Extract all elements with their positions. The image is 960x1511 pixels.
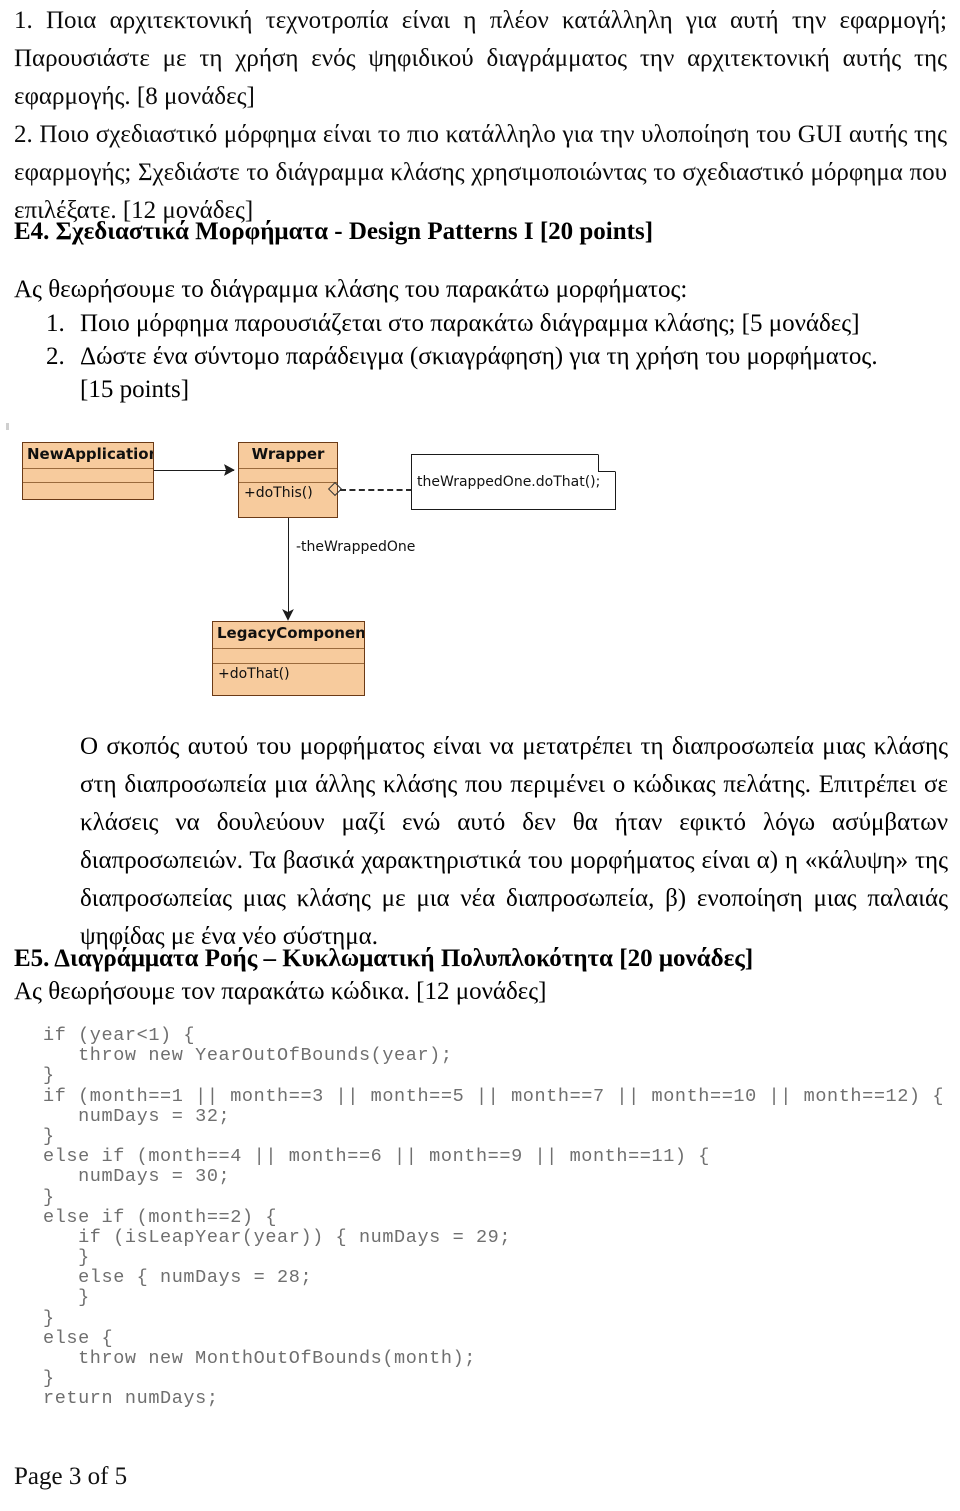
code-line: } <box>43 1186 55 1208</box>
uml-class-name-compartment: Wrapper <box>239 443 337 469</box>
code-line: } <box>43 1368 55 1390</box>
code-line: } <box>43 1065 55 1087</box>
question-1-text: Ποια αρχιτεκτονική τεχνοτροπία είναι η π… <box>14 7 948 110</box>
list-item: 2. Δώστε ένα σύντομο παράδειγμα (σκιαγρά… <box>46 340 946 373</box>
code-line: } <box>43 1287 90 1309</box>
uml-operations-compartment <box>23 483 153 499</box>
section-e5-heading: Ε5. Διαγράμματα Ροής – Κυκλωματική Πολυπ… <box>14 945 754 972</box>
uml-class-wrapper: Wrapper +doThis() <box>238 442 338 518</box>
uml-operation: +doThis() <box>244 485 313 501</box>
section-e4-intro: Ας θεωρήσουμε το διάγραμμα κλάσης του πα… <box>14 276 688 303</box>
question-2-text: Ποιο σχεδιαστικό μόρφημα είναι το πιο κα… <box>14 121 947 224</box>
code-line: numDays = 32; <box>43 1105 231 1127</box>
code-line: return numDays; <box>43 1388 219 1410</box>
code-line: if (isLeapYear(year)) { numDays = 29; <box>43 1226 512 1248</box>
uml-operations-compartment: +doThat() <box>213 664 364 695</box>
uml-class-name-compartment: LegacyComponent <box>213 622 364 649</box>
document-page: 1. Ποια αρχιτεκτονική τεχνοτροπία είναι … <box>0 0 960 1511</box>
uml-operations-compartment: +doThis() <box>239 483 337 517</box>
section-e4-heading: Ε4. Σχεδιαστικά Μορφήματα - Design Patte… <box>14 218 654 245</box>
top-questions-block: 1. Ποια αρχιτεκτονική τεχνοτροπία είναι … <box>14 2 947 230</box>
uml-attributes-compartment <box>213 649 364 664</box>
list-item: 1. Ποιο μόρφημα παρουσιάζεται στο παρακά… <box>46 307 946 340</box>
association-line-newapplication-wrapper <box>154 470 234 471</box>
code-line: else { numDays = 28; <box>43 1267 313 1289</box>
uml-class-name: LegacyComponent <box>217 624 364 642</box>
code-line: numDays = 30; <box>43 1166 231 1188</box>
uml-class-legacycomponent: LegacyComponent +doThat() <box>212 621 365 696</box>
code-line: if (month==1 || month==3 || month==5 || … <box>43 1085 945 1107</box>
question-1-marker: 1. <box>14 7 33 34</box>
uml-attributes-compartment <box>23 469 153 483</box>
section-e4-sublist: 1. Ποιο μόρφημα παρουσιάζεται στο παρακά… <box>46 307 946 406</box>
code-line: else { <box>43 1327 114 1349</box>
code-line: throw new MonthOutOfBounds(month); <box>43 1348 476 1369</box>
section-e5-intro: Ας θεωρήσουμε τον παρακάτω κώδικα. [12 μ… <box>14 978 547 1005</box>
uml-class-diagram: NewApplication Wrapper +doThis() theWrap… <box>0 428 680 713</box>
pattern-explanation-paragraph: Ο σκοπός αυτού του μορφήματος είναι να μ… <box>80 733 948 950</box>
page-footer: Page 3 of 5 <box>14 1463 128 1490</box>
note-text: theWrappedOne.doThat(); <box>417 474 601 490</box>
uml-note-box: theWrappedOne.doThat(); <box>411 454 616 510</box>
uml-class-name-compartment: NewApplication <box>23 443 153 469</box>
list-item-label: Δώστε ένα σύντομο παράδειγμα (σκιαγράφησ… <box>80 343 878 370</box>
list-item-index: 1. <box>46 310 65 337</box>
question-2-marker: 2. <box>14 121 33 148</box>
code-line: else if (month==2) { <box>43 1206 278 1228</box>
code-line: if (year<1) { <box>43 1025 196 1046</box>
uml-class-name: Wrapper <box>251 445 325 463</box>
question-item-1: 1. Ποια αρχιτεκτονική τεχνοτροπία είναι … <box>14 2 947 116</box>
code-line: else if (month==4 || month==6 || month==… <box>43 1146 711 1168</box>
code-line: throw new YearOutOfBounds(year); <box>43 1045 453 1067</box>
list-item-index: 2. <box>46 343 65 370</box>
code-listing: if (year<1) { throw new YearOutOfBounds(… <box>43 1025 945 1410</box>
code-line: } <box>43 1307 55 1329</box>
uml-class-name: NewApplication <box>27 445 153 463</box>
uml-class-newapplication: NewApplication <box>22 442 154 500</box>
association-line-wrapper-legacycomponent <box>288 518 289 616</box>
question-item-2: 2. Ποιο σχεδιαστικό μόρφημα είναι το πιο… <box>14 116 947 230</box>
code-line: } <box>43 1125 55 1147</box>
note-connector-dashed-line <box>340 489 412 491</box>
list-item-continuation: [15 points] <box>80 376 190 403</box>
code-line: } <box>43 1247 90 1269</box>
uml-attributes-compartment <box>239 469 337 483</box>
note-folded-corner-icon <box>598 454 616 472</box>
uml-operation: +doThat() <box>218 666 290 682</box>
association-role-label: -theWrappedOne <box>296 539 416 555</box>
list-item-label: Ποιο μόρφημα παρουσιάζεται στο παρακάτω … <box>80 310 860 337</box>
